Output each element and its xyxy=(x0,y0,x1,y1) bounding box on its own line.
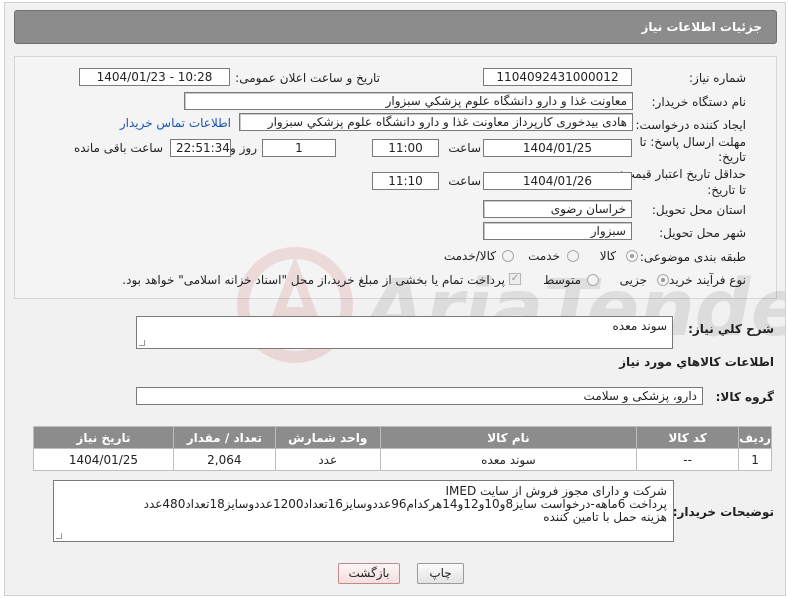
buyer-notes-field[interactable]: شرکت و دارای مجوز فروش از سایت IMED پردا… xyxy=(53,480,674,542)
process-medium-radio[interactable] xyxy=(587,274,599,286)
col-date-header: تاریخ نیاز xyxy=(33,426,174,449)
cell-row: 1 xyxy=(738,448,772,471)
buyer-contact-link[interactable]: اطلاعات تماس خریدار xyxy=(120,116,231,131)
validity-time-label: ساعت xyxy=(448,174,481,188)
min-validity-label: حداقل تاریخ اعتبار قیمت: xyxy=(619,167,746,181)
category-service-radio[interactable] xyxy=(567,250,579,262)
process-minor-label: جزیی xyxy=(619,273,647,287)
deadline-date-field: 1404/01/25 xyxy=(483,139,632,157)
resize-grip-icon[interactable] xyxy=(139,340,145,346)
creator-field: هادی بیدخوری کارپرداز معاونت غذا و دارو … xyxy=(239,113,633,131)
deadline-time-label: ساعت xyxy=(448,141,481,155)
process-label: نوع فرآیند خرید : xyxy=(661,273,746,287)
table-header-row: رديف کد کالا نام کالا واحد شمارش تعداد /… xyxy=(33,426,772,449)
description-label: شرح کلي نياز: xyxy=(688,322,774,336)
treasury-payment-checkbox[interactable]: ✓ xyxy=(509,273,521,285)
deadline-label: مهلت ارسال پاسخ: تا xyxy=(639,135,746,149)
process-medium-label: متوسط xyxy=(543,273,581,287)
days-label: روز و xyxy=(230,141,257,155)
category-service-label: خدمت xyxy=(528,249,560,263)
cell-unit: عدد xyxy=(274,448,381,471)
cell-code: -- xyxy=(636,448,740,471)
buyer-org-field: معاونت غذا و دارو دانشگاه علوم پزشکي سبز… xyxy=(184,92,633,110)
treasury-payment-note: پرداخت تمام یا بخشی از مبلغ خرید،از محل … xyxy=(122,273,505,287)
col-qty-header: تعداد / مقدار xyxy=(172,426,276,449)
province-field: خراسان رضوی xyxy=(483,200,632,218)
deadline-time-field: 11:00 xyxy=(372,139,439,157)
col-name-header: نام کالا xyxy=(379,426,638,449)
deadline-date-label: تاریخ: xyxy=(718,150,746,164)
page-title: جزئیات اطلاعات نیاز xyxy=(641,20,762,34)
category-goods-radio[interactable] xyxy=(626,250,638,262)
table-row: 1 -- سوند معده عدد 2,064 1404/01/25 xyxy=(33,448,772,471)
min-validity-date-label: تا تاریخ: xyxy=(707,183,746,197)
validity-date-field: 1404/01/26 xyxy=(483,172,632,190)
items-table: رديف کد کالا نام کالا واحد شمارش تعداد /… xyxy=(33,426,772,471)
buyer-org-label: نام دستگاه خریدار: xyxy=(651,95,747,109)
province-label: استان محل تحویل: xyxy=(651,203,746,217)
announce-date-label: تاریخ و ساعت اعلان عمومی: xyxy=(235,71,380,85)
city-field: سبزوار xyxy=(483,222,632,240)
need-number-label: شماره نیاز: xyxy=(689,71,746,85)
creator-label: ایجاد کننده درخواست: xyxy=(635,118,746,132)
page-header: جزئیات اطلاعات نیاز xyxy=(14,10,777,44)
description-field[interactable]: سوند معده xyxy=(136,316,673,349)
goods-group-label: گروه کالا: xyxy=(715,390,774,404)
col-unit-header: واحد شمارش xyxy=(274,426,381,449)
buyer-notes-label: توضیحات خریدار: xyxy=(672,505,774,519)
city-label: شهر محل تحویل: xyxy=(659,226,746,240)
col-code-header: کد کالا xyxy=(636,426,740,449)
col-row-header: رديف xyxy=(738,426,772,449)
remaining-time-label: ساعت باقی مانده xyxy=(73,141,163,155)
notes-resize-grip-icon[interactable] xyxy=(56,533,62,539)
cell-name: سوند معده xyxy=(379,448,638,471)
back-button[interactable]: بازگشت xyxy=(338,563,400,584)
days-field: 1 xyxy=(262,139,336,157)
goods-group-field: دارو، پزشکی و سلامت xyxy=(136,387,703,405)
category-both-radio[interactable] xyxy=(502,250,514,262)
process-minor-radio[interactable] xyxy=(657,274,669,286)
category-goods-label: کالا xyxy=(599,249,616,263)
goods-info-title: اطلاعات کالاهاي مورد نياز xyxy=(619,355,774,369)
category-label: طبقه بندی موضوعی: xyxy=(639,250,746,264)
category-both-label: کالا/خدمت xyxy=(443,249,496,263)
announce-date-field: 1404/01/23 - 10:28 xyxy=(79,68,230,86)
print-button[interactable]: چاپ xyxy=(417,563,464,584)
cell-date: 1404/01/25 xyxy=(33,448,174,471)
need-number-field: 1104092431000012 xyxy=(483,68,632,86)
cell-qty: 2,064 xyxy=(172,448,276,471)
validity-time-field: 11:10 xyxy=(372,172,439,190)
remaining-time-field: 22:51:34 xyxy=(170,139,231,157)
